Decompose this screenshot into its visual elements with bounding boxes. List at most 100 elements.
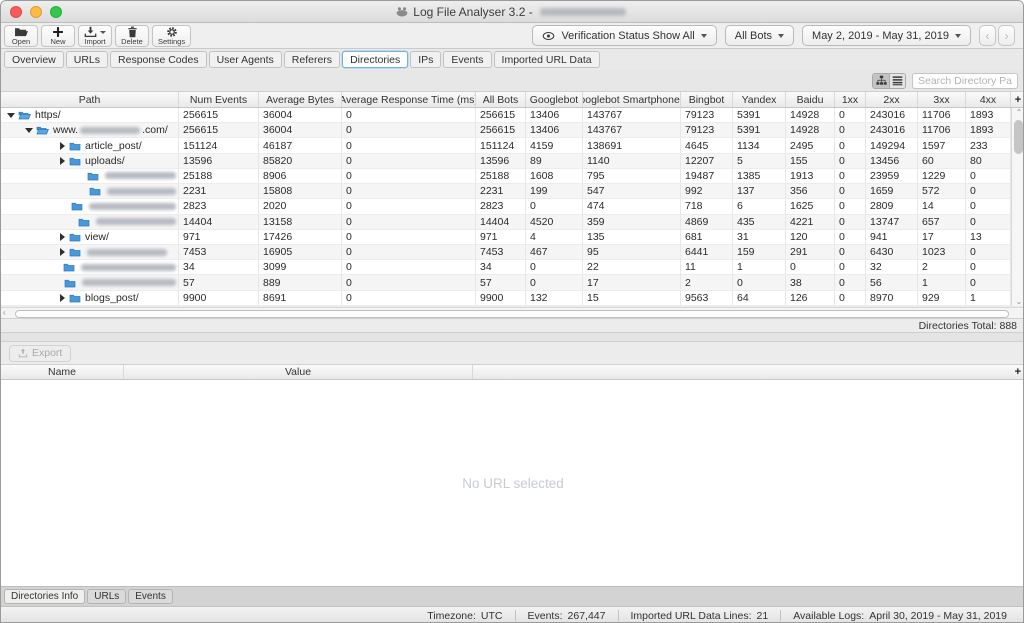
pane-splitter[interactable] bbox=[1, 332, 1024, 342]
scroll-up-icon[interactable]: ⌃ bbox=[1012, 108, 1024, 117]
new-button[interactable]: New bbox=[41, 25, 75, 47]
value-cell: 19487 bbox=[681, 169, 733, 183]
column-header-label: Googlebot bbox=[530, 94, 578, 106]
bottom-tab-urls[interactable]: URLs bbox=[87, 589, 126, 604]
tab-imported-url-data[interactable]: Imported URL Data bbox=[494, 51, 600, 68]
value-cell: 11706 bbox=[918, 108, 966, 122]
table-row[interactable]: 2518889060251881608795194871385191302395… bbox=[1, 169, 1011, 184]
column-header-2xx[interactable]: 2xx bbox=[866, 92, 918, 107]
column-header-name[interactable]: Name bbox=[1, 365, 124, 379]
tree-expand-icon[interactable] bbox=[57, 294, 67, 302]
table-row[interactable]: article_post/151124461870151124415913869… bbox=[1, 138, 1011, 153]
bottom-tab-directories-info[interactable]: Directories Info bbox=[4, 589, 85, 604]
tab-urls[interactable]: URLs bbox=[66, 51, 108, 68]
table-row[interactable]: 745316905074534679564411592910643010230 bbox=[1, 245, 1011, 260]
statusbar-value: 267,447 bbox=[568, 610, 606, 622]
tree-expand-icon[interactable] bbox=[57, 233, 67, 241]
minimize-window-button[interactable] bbox=[30, 6, 42, 18]
value-cell: 0 bbox=[835, 199, 866, 213]
table-row[interactable]: https/2566153600402566151340614376779123… bbox=[1, 108, 1011, 123]
statusbar-value: UTC bbox=[481, 610, 503, 622]
table-row[interactable]: 22311580802231199547992137356016595720 bbox=[1, 184, 1011, 199]
column-header-yandex[interactable]: Yandex bbox=[733, 92, 786, 107]
table-row[interactable]: blogs_post/99008691099001321595636412608… bbox=[1, 291, 1011, 306]
value-cell: 22 bbox=[583, 260, 681, 274]
scroll-down-icon[interactable]: ⌄ bbox=[1012, 297, 1024, 306]
value-cell: 149294 bbox=[866, 138, 918, 152]
add-column-button[interactable]: + bbox=[1011, 92, 1024, 107]
value-cell: 12207 bbox=[681, 154, 733, 168]
tree-expand-icon[interactable] bbox=[57, 248, 67, 256]
date-next-button[interactable]: › bbox=[998, 25, 1015, 46]
table-row[interactable]: www..com/2566153600402566151340614376779… bbox=[1, 123, 1011, 138]
table-row[interactable]: 57889057017203805610 bbox=[1, 275, 1011, 290]
value-cell: 159 bbox=[733, 245, 786, 259]
column-header-average-response-time-ms-[interactable]: Average Response Time (ms) bbox=[342, 92, 476, 107]
directories-total-label: Directories Total: 888 bbox=[919, 320, 1017, 332]
value-cell: 356 bbox=[786, 184, 835, 198]
value-cell: 4159 bbox=[526, 138, 583, 152]
value-cell: 6430 bbox=[866, 245, 918, 259]
vertical-scrollbar[interactable]: ⌃ ⌄ bbox=[1011, 108, 1024, 306]
date-prev-button[interactable]: ‹ bbox=[979, 25, 996, 46]
column-header-num-events[interactable]: Num Events bbox=[179, 92, 259, 107]
value-cell: 0 bbox=[835, 245, 866, 259]
list-view-button[interactable] bbox=[889, 74, 905, 88]
view-mode-segmented-control bbox=[872, 73, 906, 89]
import-button[interactable]: Import bbox=[78, 25, 112, 47]
tab-events[interactable]: Events bbox=[443, 51, 491, 68]
tab-ips[interactable]: IPs bbox=[410, 51, 441, 68]
statusbar-label: Available Logs: bbox=[793, 610, 864, 622]
close-window-button[interactable] bbox=[10, 6, 22, 18]
export-button[interactable]: Export bbox=[9, 345, 71, 362]
value-cell: 13747 bbox=[866, 215, 918, 229]
value-cell: 4221 bbox=[786, 215, 835, 229]
column-header-4xx[interactable]: 4xx bbox=[966, 92, 1011, 107]
table-row[interactable]: 343099034022111003220 bbox=[1, 260, 1011, 275]
value-cell: 64 bbox=[733, 291, 786, 305]
tab-response-codes[interactable]: Response Codes bbox=[110, 51, 207, 68]
bots-filter-dropdown[interactable]: All Bots bbox=[725, 25, 794, 46]
column-header-3xx[interactable]: 3xx bbox=[918, 92, 966, 107]
tree-expand-icon[interactable] bbox=[57, 142, 67, 150]
value-cell: 1913 bbox=[786, 169, 835, 183]
value-cell: 2809 bbox=[866, 199, 918, 213]
column-header-googlebot-smartphone[interactable]: Googlebot Smartphone bbox=[583, 92, 681, 107]
tree-collapse-icon[interactable] bbox=[6, 113, 16, 118]
value-cell: 11706 bbox=[918, 123, 966, 137]
column-header-bingbot[interactable]: Bingbot bbox=[681, 92, 733, 107]
tree-view-button[interactable] bbox=[873, 74, 889, 88]
settings-button[interactable]: Settings bbox=[152, 25, 191, 47]
tab-referers[interactable]: Referers bbox=[284, 51, 340, 68]
delete-button[interactable]: Delete bbox=[115, 25, 149, 47]
search-directory-input[interactable] bbox=[912, 73, 1018, 89]
horizontal-scrollbar-thumb[interactable] bbox=[15, 310, 1009, 318]
column-header-1xx[interactable]: 1xx bbox=[835, 92, 866, 107]
value-cell: 0 bbox=[342, 108, 476, 122]
zoom-window-button[interactable] bbox=[50, 6, 62, 18]
tab-directories[interactable]: Directories bbox=[342, 51, 408, 68]
tab-user-agents[interactable]: User Agents bbox=[209, 51, 282, 68]
column-header-label: Average Response Time (ms) bbox=[342, 94, 476, 106]
column-header-value[interactable]: Value bbox=[124, 365, 473, 379]
column-header-path[interactable]: Path bbox=[1, 92, 179, 107]
date-range-dropdown[interactable]: May 2, 2019 - May 31, 2019 bbox=[802, 25, 971, 46]
verification-status-dropdown[interactable]: Verification Status Show All bbox=[532, 25, 716, 46]
tab-overview[interactable]: Overview bbox=[4, 51, 64, 68]
add-column-button[interactable]: + bbox=[473, 365, 1024, 379]
tree-collapse-icon[interactable] bbox=[24, 128, 34, 133]
scroll-left-icon[interactable]: ‹ bbox=[3, 308, 6, 317]
column-header-baidu[interactable]: Baidu bbox=[786, 92, 835, 107]
table-row[interactable]: view/97117426097141356813112009411713 bbox=[1, 230, 1011, 245]
table-row[interactable]: 1440413158014404452035948694354221013747… bbox=[1, 215, 1011, 230]
column-header-googlebot[interactable]: Googlebot bbox=[526, 92, 583, 107]
tree-expand-icon[interactable] bbox=[57, 157, 67, 165]
bottom-tab-events[interactable]: Events bbox=[128, 589, 173, 604]
table-row[interactable]: uploads/13596858200135968911401220751550… bbox=[1, 154, 1011, 169]
table-row[interactable]: 282320200282304747186162502809140 bbox=[1, 199, 1011, 214]
horizontal-scrollbar[interactable]: ‹ bbox=[1, 307, 1024, 318]
column-header-average-bytes[interactable]: Average Bytes bbox=[259, 92, 342, 107]
vertical-scrollbar-thumb[interactable] bbox=[1014, 120, 1023, 154]
open-button[interactable]: Open bbox=[4, 25, 38, 47]
column-header-all-bots[interactable]: All Bots bbox=[476, 92, 526, 107]
